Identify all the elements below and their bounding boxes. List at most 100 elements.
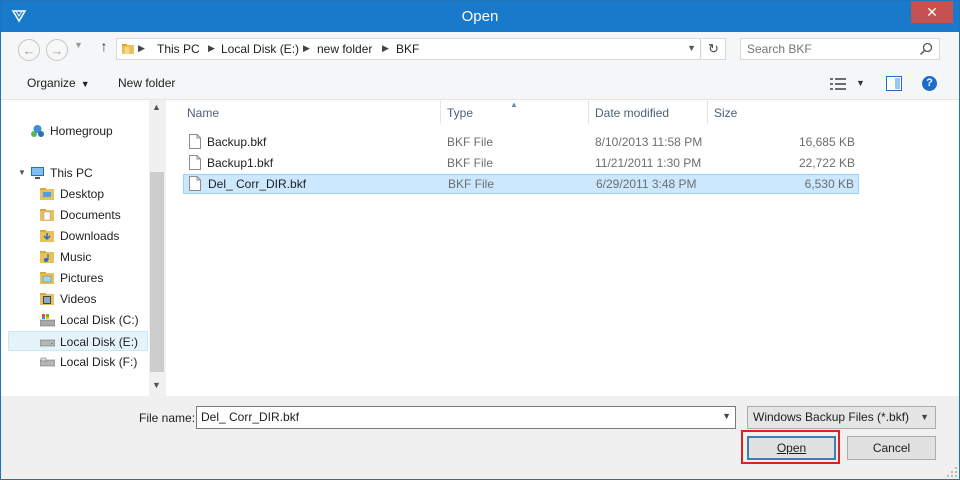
window-title: Open bbox=[461, 8, 499, 25]
nav-item-label: Local Disk (F:) bbox=[60, 355, 138, 369]
footer: File name: ▼ Windows Backup Files (*.bkf… bbox=[1, 396, 959, 479]
nav-item-label: Local Disk (E:) bbox=[60, 335, 139, 349]
nav-item-homegroup[interactable]: Homegroup bbox=[30, 121, 145, 141]
nav-item-label: This PC bbox=[50, 166, 93, 180]
file-date: 6/29/2011 3:48 PM bbox=[596, 177, 697, 191]
file-size: 16,685 KB bbox=[798, 135, 855, 149]
nav-item-documents[interactable]: Documents bbox=[40, 205, 145, 225]
open-dialog: Open ✕ ← → ▼ ↑ ▶ This PC ▶ Local Disk (E… bbox=[0, 0, 960, 480]
expand-chevron-icon[interactable]: ▼ bbox=[18, 168, 26, 177]
nav-item-videos[interactable]: Videos bbox=[40, 289, 145, 309]
drive-icon bbox=[40, 357, 55, 367]
back-button[interactable]: ← bbox=[18, 39, 40, 61]
documents-folder-icon bbox=[40, 209, 54, 221]
scroll-up-icon[interactable]: ▲ bbox=[152, 102, 161, 112]
search-box[interactable] bbox=[740, 38, 940, 60]
column-header-name[interactable]: Name bbox=[181, 100, 441, 126]
address-bar[interactable]: ▶ This PC ▶ Local Disk (E:) ▶ new folder… bbox=[116, 38, 701, 60]
breadcrumb-separator-icon[interactable]: ▶ bbox=[138, 43, 145, 54]
view-options-dropdown-icon[interactable]: ▼ bbox=[856, 78, 865, 88]
breadcrumb-separator-icon[interactable]: ▶ bbox=[208, 43, 215, 54]
nav-item-downloads[interactable]: Downloads bbox=[40, 226, 145, 246]
file-name-combobox[interactable]: ▼ bbox=[196, 406, 736, 429]
recent-locations-chevron-icon[interactable]: ▼ bbox=[74, 40, 83, 50]
breadcrumb-separator-icon[interactable]: ▶ bbox=[382, 43, 389, 54]
file-name-field[interactable] bbox=[201, 410, 711, 424]
nav-item-local-disk-e[interactable]: Local Disk (E:) bbox=[8, 331, 148, 351]
search-input[interactable] bbox=[747, 42, 917, 56]
help-icon[interactable]: ? bbox=[922, 76, 937, 91]
breadcrumb-separator-icon[interactable]: ▶ bbox=[303, 43, 310, 54]
refresh-button[interactable]: ↻ bbox=[702, 38, 726, 60]
file-size: 6,530 KB bbox=[804, 177, 854, 191]
nav-item-label: Documents bbox=[60, 208, 121, 222]
file-type: BKF File bbox=[448, 177, 495, 191]
nav-item-desktop[interactable]: Desktop bbox=[40, 184, 145, 204]
column-header-date[interactable]: Date modified bbox=[589, 100, 707, 126]
file-name: Del_ Corr_DIR.bkf bbox=[208, 177, 307, 191]
chevron-down-icon: ▼ bbox=[80, 79, 90, 89]
file-list[interactable]: Name ▲ Type Date modified Size Backup.bk… bbox=[166, 100, 959, 396]
file-row[interactable]: Backup1.bkf BKF File 11/21/2011 1:30 PM … bbox=[183, 153, 859, 173]
nav-item-label: Local Disk (C:) bbox=[60, 313, 139, 327]
forward-arrow-icon: → bbox=[50, 43, 64, 58]
open-button[interactable]: Open bbox=[747, 436, 836, 460]
file-name: Backup1.bkf bbox=[207, 156, 274, 170]
change-view-icon[interactable] bbox=[830, 77, 846, 91]
file-icon bbox=[189, 155, 201, 170]
music-folder-icon bbox=[40, 251, 54, 263]
nav-item-label: Downloads bbox=[60, 229, 120, 243]
new-folder-button[interactable]: New folder bbox=[118, 76, 175, 90]
organize-menu[interactable]: Organize ▼ bbox=[27, 76, 90, 90]
breadcrumb-bkf[interactable]: BKF bbox=[396, 42, 419, 56]
chevron-down-icon: ▼ bbox=[920, 412, 929, 422]
scroll-thumb[interactable] bbox=[150, 172, 164, 372]
file-type: BKF File bbox=[447, 156, 494, 170]
computer-icon bbox=[31, 167, 44, 179]
back-arrow-icon: ← bbox=[22, 43, 36, 58]
resize-grip-icon[interactable] bbox=[947, 467, 957, 477]
nav-item-label: Videos bbox=[60, 292, 97, 306]
file-size: 22,722 KB bbox=[798, 156, 855, 170]
title-bar[interactable]: Open ✕ bbox=[1, 1, 959, 32]
homegroup-icon bbox=[31, 125, 44, 137]
breadcrumb-new-folder[interactable]: new folder bbox=[317, 42, 372, 56]
breadcrumb-local-disk-e[interactable]: Local Disk (E:) bbox=[221, 42, 299, 56]
pictures-folder-icon bbox=[40, 272, 54, 284]
close-button[interactable]: ✕ bbox=[911, 1, 953, 23]
nav-item-pictures[interactable]: Pictures bbox=[40, 268, 145, 288]
file-row-selected[interactable]: Del_ Corr_DIR.bkf BKF File 6/29/2011 3:4… bbox=[183, 174, 859, 194]
file-type-filter-value: Windows Backup Files (*.bkf) bbox=[753, 410, 910, 424]
nav-item-local-disk-c[interactable]: Local Disk (C:) bbox=[40, 310, 145, 330]
file-name: Backup.bkf bbox=[207, 135, 267, 149]
nav-item-this-pc[interactable]: This PC bbox=[30, 163, 145, 183]
nav-item-music[interactable]: Music bbox=[40, 247, 145, 267]
folder-icon bbox=[122, 44, 134, 54]
cancel-button[interactable]: Cancel bbox=[847, 436, 936, 460]
nav-scrollbar[interactable]: ▲ ▼ bbox=[149, 100, 165, 396]
address-dropdown-icon[interactable]: ▼ bbox=[687, 43, 696, 53]
breadcrumb-this-pc[interactable]: This PC bbox=[157, 42, 200, 56]
nav-item-label: Desktop bbox=[60, 187, 105, 201]
nav-item-label: Music bbox=[60, 250, 92, 264]
preview-pane-icon[interactable] bbox=[886, 76, 902, 91]
up-button[interactable]: ↑ bbox=[97, 38, 111, 54]
file-type: BKF File bbox=[447, 135, 494, 149]
videos-folder-icon bbox=[40, 293, 54, 305]
system-drive-icon bbox=[40, 314, 55, 327]
nav-item-label: Pictures bbox=[60, 271, 104, 285]
file-icon bbox=[189, 134, 201, 149]
drive-icon bbox=[40, 339, 55, 347]
file-row[interactable]: Backup.bkf BKF File 8/10/2013 11:58 PM 1… bbox=[183, 132, 859, 152]
command-toolbar: Organize ▼ New folder ▼ ? bbox=[1, 68, 959, 100]
navigation-pane[interactable]: Homegroup ▼ This PC Desktop Documents Do… bbox=[1, 100, 165, 396]
close-icon: ✕ bbox=[926, 4, 938, 20]
search-icon[interactable] bbox=[919, 42, 933, 56]
forward-button[interactable]: → bbox=[46, 39, 68, 61]
file-type-filter[interactable]: Windows Backup Files (*.bkf) ▼ bbox=[747, 406, 936, 429]
column-header-type[interactable]: Type bbox=[441, 100, 588, 126]
chevron-down-icon[interactable]: ▼ bbox=[722, 411, 731, 421]
nav-item-local-disk-f[interactable]: Local Disk (F:) bbox=[40, 352, 145, 372]
column-header-size[interactable]: Size bbox=[708, 100, 858, 126]
scroll-down-icon[interactable]: ▼ bbox=[152, 380, 161, 390]
